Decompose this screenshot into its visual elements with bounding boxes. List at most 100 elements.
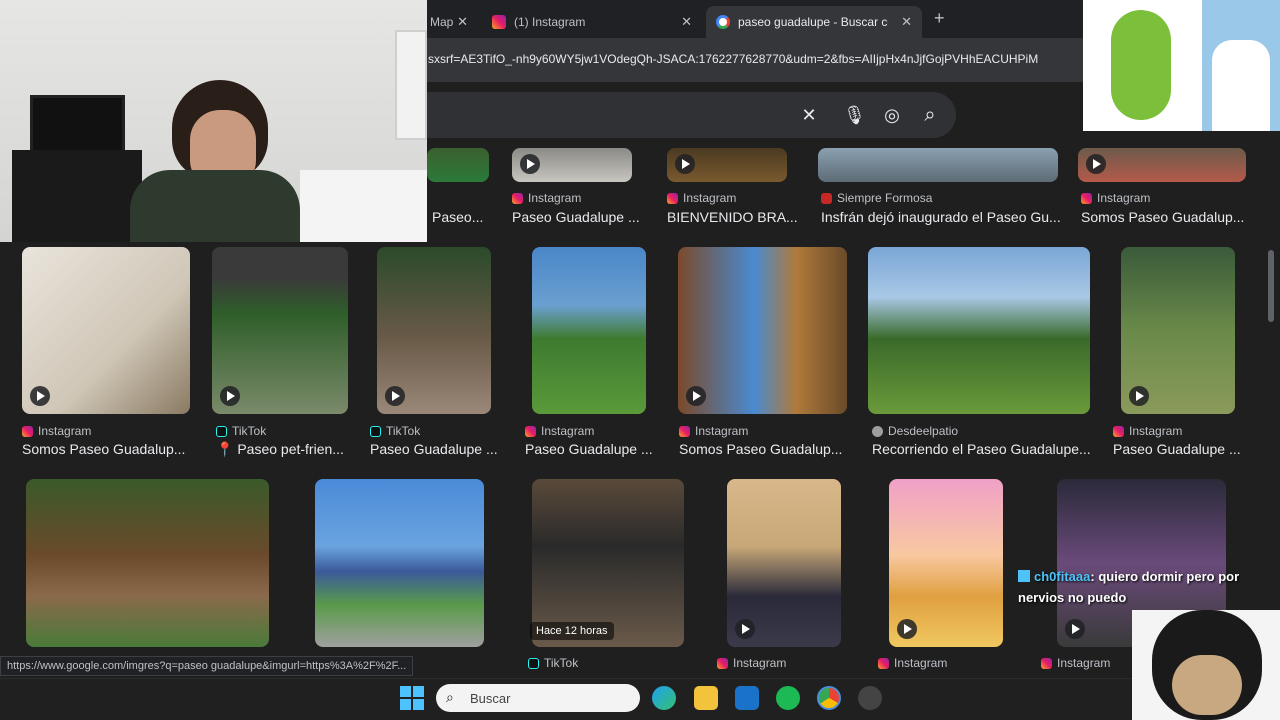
result-source[interactable]: Instagram	[1041, 656, 1110, 670]
tab-instagram[interactable]: (1) Instagram ✕	[482, 6, 702, 38]
result-title[interactable]: 📍 Paseo pet-frien...	[216, 441, 356, 458]
result-thumbnail[interactable]	[727, 479, 841, 647]
instagram-icon	[22, 425, 33, 437]
clear-icon[interactable]: ✕	[798, 104, 820, 126]
spotify-icon[interactable]	[776, 686, 800, 710]
bed	[300, 170, 427, 242]
result-title[interactable]: Insfrán dejó inaugurado el Paseo Gu...	[821, 209, 1061, 225]
outlook-icon[interactable]	[735, 686, 759, 710]
tiktok-icon	[216, 425, 227, 437]
result-title[interactable]: Somos Paseo Guadalup...	[1081, 209, 1251, 225]
result-title[interactable]: Paseo Guadalupe ...	[512, 209, 642, 225]
new-tab-button[interactable]: +	[934, 8, 945, 29]
avatar-sticker	[1132, 610, 1280, 720]
play-icon	[686, 386, 706, 406]
steam-icon[interactable]	[858, 686, 882, 710]
chat-message: ch0fitaaa: quiero dormir pero por nervio…	[1018, 566, 1258, 608]
windows-start-icon[interactable]	[400, 686, 424, 710]
result-thumbnail[interactable]	[818, 148, 1058, 182]
search-icon: ⌕	[446, 689, 454, 705]
result-source[interactable]: Instagram	[512, 191, 581, 205]
file-explorer-icon[interactable]	[694, 686, 718, 710]
result-title[interactable]: BIENVENIDO BRA...	[667, 209, 807, 225]
source-label: Instagram	[695, 424, 749, 438]
result-source[interactable]: Instagram	[679, 424, 748, 438]
scrollbar[interactable]	[1268, 250, 1274, 322]
result-thumbnail[interactable]	[532, 247, 646, 414]
cartoon-sticker	[1083, 0, 1202, 131]
result-title[interactable]: Somos Paseo Guadalup...	[22, 441, 197, 457]
result-thumbnail[interactable]	[1121, 247, 1235, 414]
cartoon-sticker	[1202, 0, 1280, 131]
google-icon	[716, 15, 730, 29]
tab-google-search[interactable]: paseo guadalupe - Buscar con G ✕	[706, 6, 922, 38]
instagram-icon	[492, 15, 506, 29]
source-label: Instagram	[541, 424, 595, 438]
play-icon	[897, 619, 917, 639]
screen: Map ✕ (1) Instagram ✕ paseo guadalupe - …	[0, 0, 1280, 720]
address-url[interactable]: sxsrf=AE3TifO_-nh9y60WY5jw1VOdegQh-JSACA…	[428, 52, 1038, 66]
result-thumbnail[interactable]	[678, 247, 847, 414]
result-thumbnail[interactable]	[212, 247, 348, 414]
result-thumbnail[interactable]	[427, 148, 489, 182]
result-source[interactable]: Instagram	[525, 424, 594, 438]
tab-maps[interactable]: Map ✕	[420, 6, 478, 38]
play-icon	[1065, 619, 1085, 639]
result-title[interactable]: Paseo Guadalupe ...	[370, 441, 505, 457]
source-label: Instagram	[683, 191, 737, 205]
edge-icon[interactable]	[652, 686, 676, 710]
result-source[interactable]: TikTok	[370, 424, 420, 438]
instagram-icon	[717, 657, 728, 669]
instagram-icon	[512, 192, 523, 204]
result-thumbnail[interactable]	[1078, 148, 1246, 182]
instagram-icon	[1113, 425, 1124, 437]
result-thumbnail[interactable]	[26, 479, 269, 647]
webcam-overlay	[0, 0, 427, 242]
play-icon	[520, 154, 540, 174]
result-source[interactable]: Instagram	[1113, 424, 1182, 438]
time-badge: Hace 12 horas	[530, 622, 614, 640]
taskbar-search[interactable]: ⌕ Buscar	[436, 684, 640, 712]
chrome-icon[interactable]	[817, 686, 841, 710]
streamer-body	[130, 170, 300, 242]
source-label: Instagram	[1057, 656, 1111, 670]
result-thumbnail[interactable]	[315, 479, 484, 647]
result-source[interactable]: TikTok	[528, 656, 578, 670]
source-label: TikTok	[386, 424, 421, 438]
close-icon[interactable]: ✕	[457, 14, 468, 30]
result-title[interactable]: Paseo...	[432, 209, 492, 225]
result-thumbnail[interactable]	[377, 247, 491, 414]
result-title[interactable]: Recorriendo el Paseo Guadalupe...	[872, 441, 1097, 457]
result-title[interactable]: Paseo Guadalupe ...	[525, 441, 660, 457]
result-source[interactable]: Instagram	[22, 424, 91, 438]
tiktok-icon	[528, 657, 539, 669]
result-source[interactable]: Instagram	[717, 656, 786, 670]
result-thumbnail[interactable]	[512, 148, 632, 182]
tv-stand	[12, 150, 142, 242]
result-source[interactable]: TikTok	[216, 424, 266, 438]
result-source[interactable]: Desdeelpatio	[872, 424, 958, 438]
source-label: Instagram	[894, 656, 948, 670]
result-source[interactable]: Siempre Formosa	[821, 191, 932, 205]
play-icon	[385, 386, 405, 406]
source-label: Instagram	[38, 424, 92, 438]
result-title[interactable]: Paseo Guadalupe ...	[1113, 441, 1248, 457]
result-thumbnail[interactable]	[889, 479, 1003, 647]
play-icon	[220, 386, 240, 406]
source-label: Instagram	[733, 656, 787, 670]
result-thumbnail[interactable]	[22, 247, 190, 414]
lens-icon[interactable]: ◎	[881, 104, 903, 126]
search-icon[interactable]: ⌕	[919, 104, 941, 126]
play-icon	[1129, 386, 1149, 406]
result-title[interactable]: Somos Paseo Guadalup...	[679, 441, 854, 457]
close-icon[interactable]: ✕	[681, 14, 692, 30]
tab-label: (1) Instagram	[514, 15, 586, 29]
result-source[interactable]: Instagram	[1081, 191, 1150, 205]
mic-icon[interactable]: 🎙	[843, 104, 866, 126]
result-source[interactable]: Instagram	[878, 656, 947, 670]
result-thumbnail[interactable]	[868, 247, 1090, 414]
result-thumbnail[interactable]	[667, 148, 787, 182]
close-icon[interactable]: ✕	[901, 14, 912, 30]
desdeelpatio-icon	[872, 425, 883, 437]
result-source[interactable]: Instagram	[667, 191, 736, 205]
